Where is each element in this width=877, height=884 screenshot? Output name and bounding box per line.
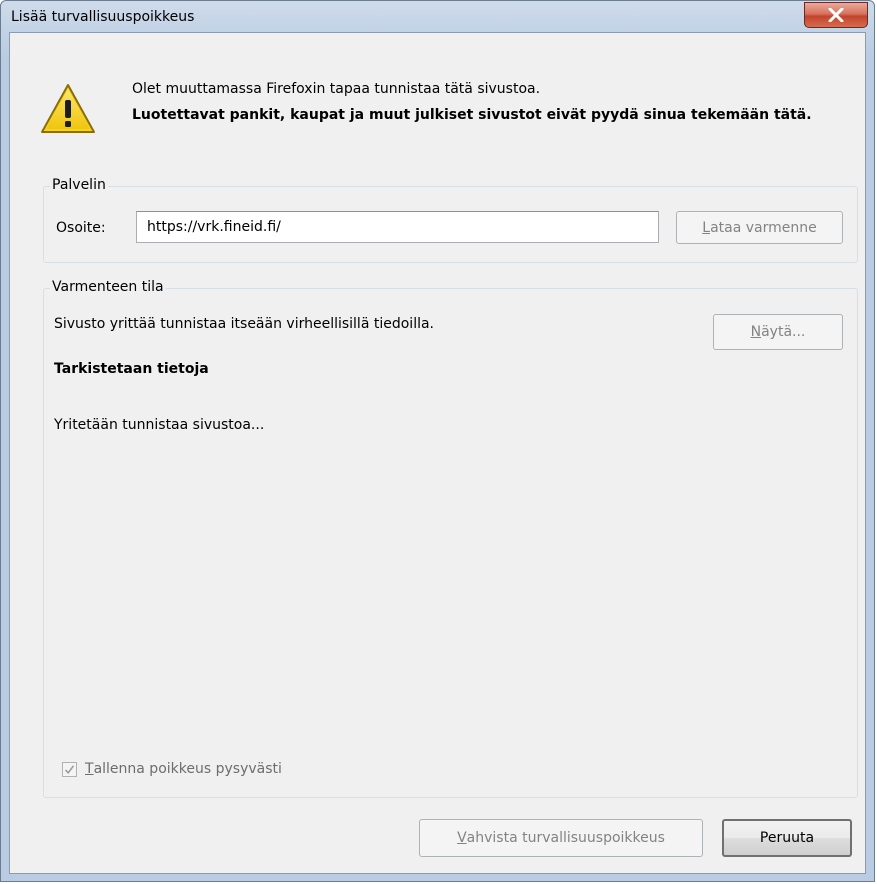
show-mnemonic: N: [750, 324, 762, 340]
server-legend: Palvelin: [50, 177, 108, 193]
dialog-window: Lisää turvallisuuspoikkeus Olet muuttama…: [0, 0, 875, 882]
address-input[interactable]: [136, 211, 659, 243]
show-label: äytä...: [761, 324, 806, 340]
warning-triangle-icon: [41, 84, 95, 133]
confirm-exception-button[interactable]: Vahvista turvallisuuspoikkeus: [419, 819, 703, 857]
window-title: Lisää turvallisuuspoikkeus: [11, 9, 195, 25]
close-icon: [828, 8, 844, 22]
server-group: Palvelin Osoite: Lataa varmenne: [43, 177, 858, 263]
warning-message: Olet muuttamassa Firefoxin tapaa tunnist…: [132, 81, 541, 97]
close-button[interactable]: [804, 2, 868, 28]
save-permanently-checkbox[interactable]: [62, 761, 77, 777]
confirm-exception-mnemonic: V: [457, 830, 467, 846]
show-button[interactable]: Näytä...: [713, 314, 843, 350]
certificate-status-legend: Varmenteen tila: [50, 279, 166, 295]
save-permanently-label: allenna poikkeus pysyvästi: [93, 761, 282, 777]
certificate-status-group: Varmenteen tila Sivusto yrittää tunnista…: [43, 279, 858, 798]
load-certificate-mnemonic: L: [702, 219, 711, 236]
status-detail: Yritetään tunnistaa sivustoa...: [54, 417, 265, 433]
save-permanently-mnemonic: T: [85, 761, 94, 777]
confirm-exception-label: ahvista turvallisuuspoikkeus: [466, 830, 665, 846]
status-heading: Tarkistetaan tietoja: [54, 361, 209, 377]
status-message: Sivusto yrittää tunnistaa itseään virhee…: [54, 316, 434, 332]
dialog-content: Olet muuttamassa Firefoxin tapaa tunnist…: [9, 32, 866, 874]
load-certificate-label: ataa varmenne: [710, 219, 817, 236]
cancel-button[interactable]: Peruuta: [722, 819, 852, 857]
checkmark-icon: [64, 764, 75, 774]
address-label: Osoite:: [56, 220, 106, 236]
save-permanently-option[interactable]: Tallenna poikkeus pysyvästi: [62, 761, 282, 777]
load-certificate-button[interactable]: Lataa varmenne: [676, 211, 843, 244]
warning-emphasis: Luotettavat pankit, kaupat ja muut julki…: [132, 107, 812, 123]
